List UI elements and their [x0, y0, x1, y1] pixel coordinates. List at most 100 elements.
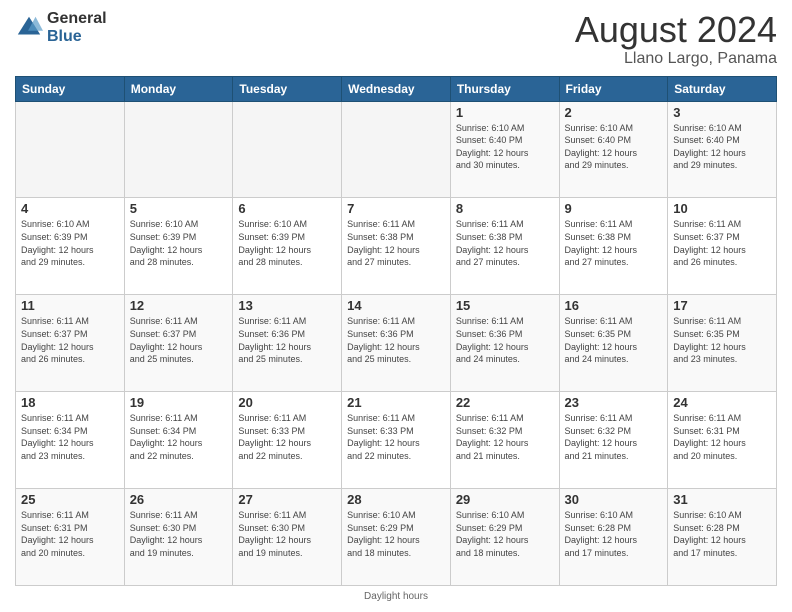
- calendar-cell: 19Sunrise: 6:11 AM Sunset: 6:34 PM Dayli…: [124, 392, 233, 489]
- day-info: Sunrise: 6:11 AM Sunset: 6:33 PM Dayligh…: [238, 412, 336, 462]
- calendar-table: Sunday Monday Tuesday Wednesday Thursday…: [15, 76, 777, 586]
- calendar-cell: 1 Sunrise: 6:10 AM Sunset: 6:40 PM Daylig…: [450, 101, 559, 198]
- day-info: Sunrise: 6:11 AM Sunset: 6:31 PM Dayligh…: [21, 509, 119, 559]
- calendar-cell: 17 Sunrise: 6:11 AM Sunset: 6:35 PM Dayli…: [668, 295, 777, 392]
- day-info: Sunrise: 6:11 AM Sunset: 6:33 PM Dayligh…: [347, 412, 445, 462]
- day-number: 24: [673, 395, 771, 410]
- calendar-cell: 26 Sunrise: 6:11 AM Sunset: 6:30 PM Dayli…: [124, 489, 233, 586]
- calendar-week-1: 4 Sunrise: 6:10 AM Sunset: 6:39 PM Daylig…: [16, 198, 777, 295]
- col-friday: Friday: [559, 76, 668, 101]
- day-info: Sunrise: 6:11 AM Sunset: 6:36 PM Dayligh…: [347, 315, 445, 365]
- day-info: Sunrise: 6:10 AM Sunset: 6:39 PM Dayligh…: [130, 218, 228, 268]
- calendar-cell: [342, 101, 451, 198]
- calendar-cell: 18 Sunrise: 6:11 AM Sunset: 6:34 PM Dayli…: [16, 392, 125, 489]
- day-number: 23: [565, 395, 663, 410]
- footer-text: Daylight hours: [364, 591, 428, 602]
- day-info: Sunrise: 6:11 AM Sunset: 6:34 PM Dayligh…: [21, 412, 119, 462]
- calendar-cell: [233, 101, 342, 198]
- col-sunday: Sunday: [16, 76, 125, 101]
- col-wednesday: Wednesday: [342, 76, 451, 101]
- day-number: 6: [238, 201, 336, 216]
- day-number: 30: [565, 492, 663, 507]
- title-month: August 2024: [575, 10, 777, 50]
- footer: Daylight hours: [15, 591, 777, 602]
- day-info: Sunrise: 6:11 AM Sunset: 6:30 PM Dayligh…: [130, 509, 228, 559]
- day-info: Sunrise: 6:11 AM Sunset: 6:35 PM Dayligh…: [673, 315, 771, 365]
- day-number: 13: [238, 298, 336, 313]
- logo-general-text: General: [47, 10, 107, 28]
- day-number: 11: [21, 298, 119, 313]
- day-number: 26: [130, 492, 228, 507]
- day-info: Sunrise: 6:11 AM Sunset: 6:36 PM Dayligh…: [238, 315, 336, 365]
- calendar-cell: 21 Sunrise: 6:11 AM Sunset: 6:33 PM Dayli…: [342, 392, 451, 489]
- day-number: 9: [565, 201, 663, 216]
- day-info: Sunrise: 6:10 AM Sunset: 6:28 PM Dayligh…: [673, 509, 771, 559]
- day-info: Sunrise: 6:10 AM Sunset: 6:29 PM Dayligh…: [456, 509, 554, 559]
- calendar-cell: 8Sunrise: 6:11 AM Sunset: 6:38 PM Daylig…: [450, 198, 559, 295]
- day-number: 28: [347, 492, 445, 507]
- day-number: 22: [456, 395, 554, 410]
- calendar-header-row: Sunday Monday Tuesday Wednesday Thursday…: [16, 76, 777, 101]
- day-number: 17: [673, 298, 771, 313]
- calendar-cell: 20Sunrise: 6:11 AM Sunset: 6:33 PM Dayli…: [233, 392, 342, 489]
- logo-blue-text: Blue: [47, 28, 107, 46]
- day-info: Sunrise: 6:11 AM Sunset: 6:38 PM Dayligh…: [456, 218, 554, 268]
- day-info: Sunrise: 6:11 AM Sunset: 6:37 PM Dayligh…: [21, 315, 119, 365]
- day-info: Sunrise: 6:11 AM Sunset: 6:31 PM Dayligh…: [673, 412, 771, 462]
- calendar-cell: 28 Sunrise: 6:10 AM Sunset: 6:29 PM Dayli…: [342, 489, 451, 586]
- day-number: 4: [21, 201, 119, 216]
- day-number: 3: [673, 105, 771, 120]
- header: General Blue August 2024 Llano Largo, Pa…: [15, 10, 777, 68]
- calendar-cell: [16, 101, 125, 198]
- day-number: 29: [456, 492, 554, 507]
- day-number: 15: [456, 298, 554, 313]
- calendar-cell: 2 Sunrise: 6:10 AM Sunset: 6:40 PM Daylig…: [559, 101, 668, 198]
- calendar-week-4: 25 Sunrise: 6:11 AM Sunset: 6:31 PM Dayli…: [16, 489, 777, 586]
- calendar-cell: 3 Sunrise: 6:10 AM Sunset: 6:40 PM Daylig…: [668, 101, 777, 198]
- day-number: 2: [565, 105, 663, 120]
- day-info: Sunrise: 6:10 AM Sunset: 6:40 PM Dayligh…: [673, 122, 771, 172]
- col-thursday: Thursday: [450, 76, 559, 101]
- title-location: Llano Largo, Panama: [575, 50, 777, 68]
- calendar-cell: 11 Sunrise: 6:11 AM Sunset: 6:37 PM Dayli…: [16, 295, 125, 392]
- calendar-week-3: 18 Sunrise: 6:11 AM Sunset: 6:34 PM Dayli…: [16, 392, 777, 489]
- day-info: Sunrise: 6:11 AM Sunset: 6:36 PM Dayligh…: [456, 315, 554, 365]
- calendar-cell: 16 Sunrise: 6:11 AM Sunset: 6:35 PM Dayli…: [559, 295, 668, 392]
- day-number: 21: [347, 395, 445, 410]
- logo-text: General Blue: [47, 10, 107, 45]
- day-number: 7: [347, 201, 445, 216]
- calendar-week-2: 11 Sunrise: 6:11 AM Sunset: 6:37 PM Dayli…: [16, 295, 777, 392]
- day-info: Sunrise: 6:10 AM Sunset: 6:39 PM Dayligh…: [238, 218, 336, 268]
- day-number: 31: [673, 492, 771, 507]
- day-number: 5: [130, 201, 228, 216]
- day-info: Sunrise: 6:10 AM Sunset: 6:40 PM Dayligh…: [456, 122, 554, 172]
- day-number: 10: [673, 201, 771, 216]
- day-number: 14: [347, 298, 445, 313]
- calendar-cell: 5 Sunrise: 6:10 AM Sunset: 6:39 PM Daylig…: [124, 198, 233, 295]
- day-info: Sunrise: 6:11 AM Sunset: 6:32 PM Dayligh…: [565, 412, 663, 462]
- day-number: 18: [21, 395, 119, 410]
- day-number: 16: [565, 298, 663, 313]
- day-info: Sunrise: 6:11 AM Sunset: 6:37 PM Dayligh…: [673, 218, 771, 268]
- calendar-cell: 30 Sunrise: 6:10 AM Sunset: 6:28 PM Dayli…: [559, 489, 668, 586]
- day-number: 19: [130, 395, 228, 410]
- day-info: Sunrise: 6:10 AM Sunset: 6:40 PM Dayligh…: [565, 122, 663, 172]
- title-block: August 2024 Llano Largo, Panama: [575, 10, 777, 68]
- calendar-cell: 27Sunrise: 6:11 AM Sunset: 6:30 PM Dayli…: [233, 489, 342, 586]
- calendar-cell: 29 Sunrise: 6:10 AM Sunset: 6:29 PM Dayli…: [450, 489, 559, 586]
- calendar-cell: 22 Sunrise: 6:11 AM Sunset: 6:32 PM Dayli…: [450, 392, 559, 489]
- calendar-cell: 24 Sunrise: 6:11 AM Sunset: 6:31 PM Dayli…: [668, 392, 777, 489]
- day-number: 27: [238, 492, 336, 507]
- day-info: Sunrise: 6:11 AM Sunset: 6:32 PM Dayligh…: [456, 412, 554, 462]
- day-number: 12: [130, 298, 228, 313]
- day-info: Sunrise: 6:11 AM Sunset: 6:38 PM Dayligh…: [347, 218, 445, 268]
- logo: General Blue: [15, 10, 107, 45]
- day-number: 25: [21, 492, 119, 507]
- col-tuesday: Tuesday: [233, 76, 342, 101]
- calendar-cell: [124, 101, 233, 198]
- calendar-cell: 13 Sunrise: 6:11 AM Sunset: 6:36 PM Dayli…: [233, 295, 342, 392]
- day-number: 1: [456, 105, 554, 120]
- day-info: Sunrise: 6:11 AM Sunset: 6:35 PM Dayligh…: [565, 315, 663, 365]
- day-info: Sunrise: 6:10 AM Sunset: 6:29 PM Dayligh…: [347, 509, 445, 559]
- day-info: Sunrise: 6:10 AM Sunset: 6:28 PM Dayligh…: [565, 509, 663, 559]
